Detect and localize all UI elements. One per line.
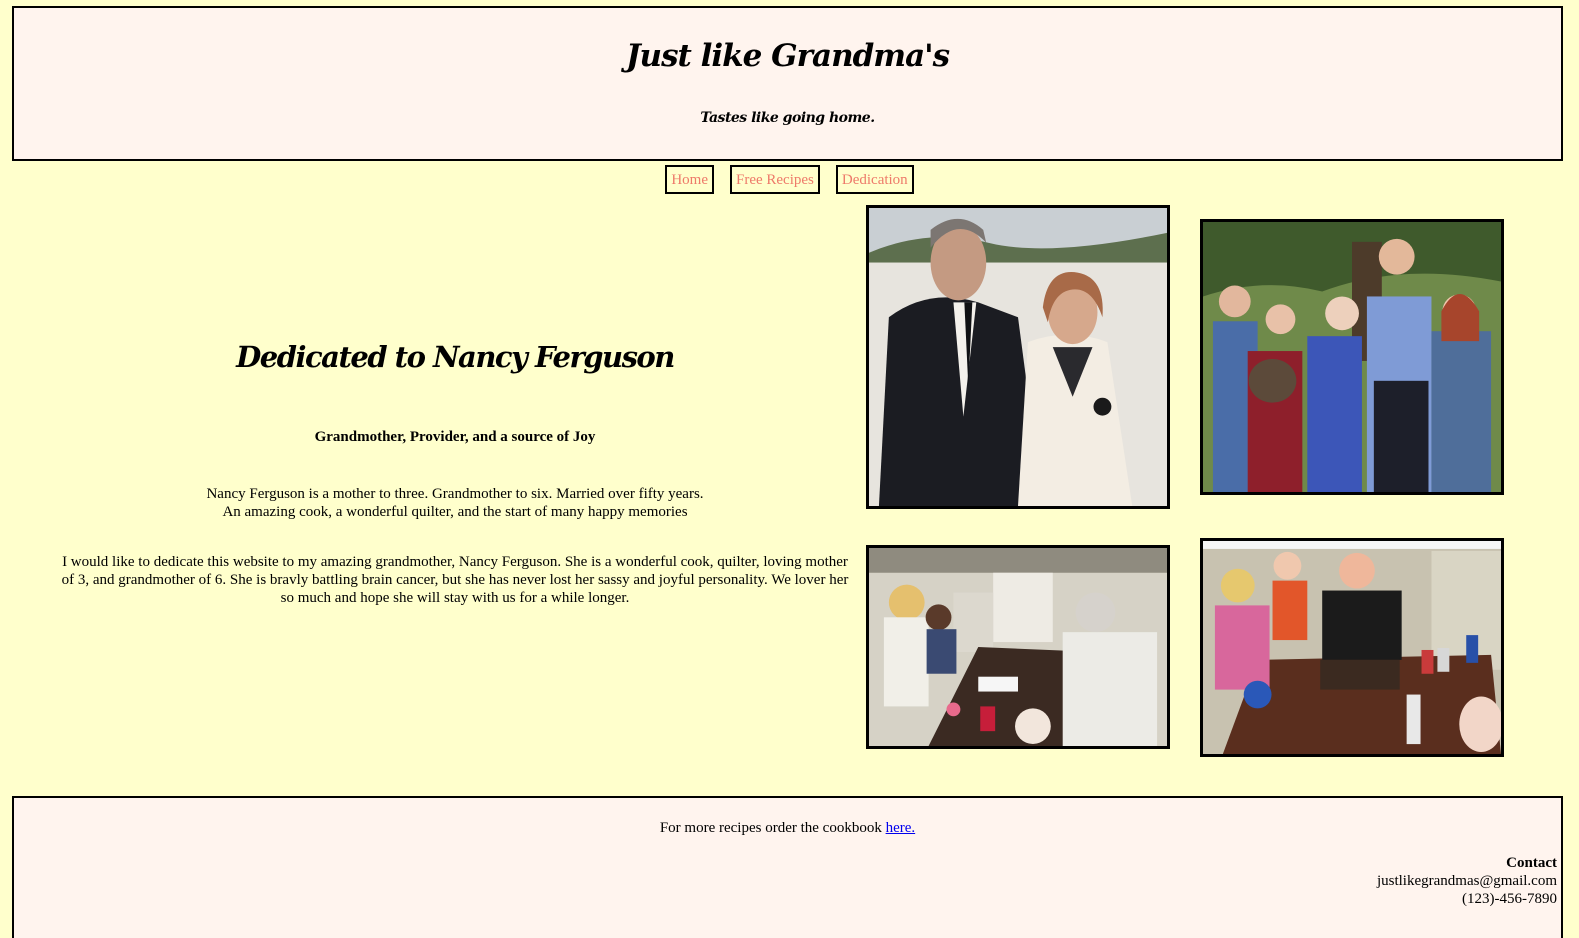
dedication-title: Dedicated to Nancy Ferguson <box>236 340 675 374</box>
kitchen-photo <box>866 545 1170 749</box>
site-header: Just like Grandma's Tastes like going ho… <box>12 6 1563 161</box>
game-night-photo <box>1200 538 1504 757</box>
main-nav: Home Free Recipes Dedication <box>0 165 1579 194</box>
site-footer: For more recipes order the cookbook here… <box>12 796 1563 938</box>
nav-home-link[interactable]: Home <box>665 165 714 194</box>
site-tagline: Tastes like going home. <box>700 110 875 126</box>
cookbook-line: For more recipes order the cookbook here… <box>14 820 1561 837</box>
couple-photo <box>866 205 1170 509</box>
contact-email: justlikegrandmas@gmail.com <box>1376 873 1557 889</box>
dedication-paragraph: I would like to dedicate this website to… <box>61 554 849 606</box>
contact-block: Contact justlikegrandmas@gmail.com (123)… <box>1377 854 1557 908</box>
dedication-section: Dedicated to Nancy Ferguson Grandmother,… <box>55 340 855 607</box>
summary-line-1: Nancy Ferguson is a mother to three. Gra… <box>206 486 704 502</box>
nav-free-recipes-link[interactable]: Free Recipes <box>729 165 820 194</box>
dedication-summary: Nancy Ferguson is a mother to three. Gra… <box>55 485 855 521</box>
nav-dedication-link[interactable]: Dedication <box>835 165 914 194</box>
family-group-photo <box>1200 219 1504 495</box>
contact-heading: Contact <box>1506 855 1557 871</box>
site-title: Just like Grandma's <box>625 38 950 74</box>
dedication-subtitle: Grandmother, Provider, and a source of J… <box>314 429 596 445</box>
cookbook-order-link[interactable]: here. <box>886 820 916 836</box>
cookbook-text: For more recipes order the cookbook <box>659 820 886 836</box>
summary-line-2: An amazing cook, a wonderful quilter, an… <box>222 504 688 520</box>
contact-phone: (123)-456-7890 <box>1462 891 1557 907</box>
